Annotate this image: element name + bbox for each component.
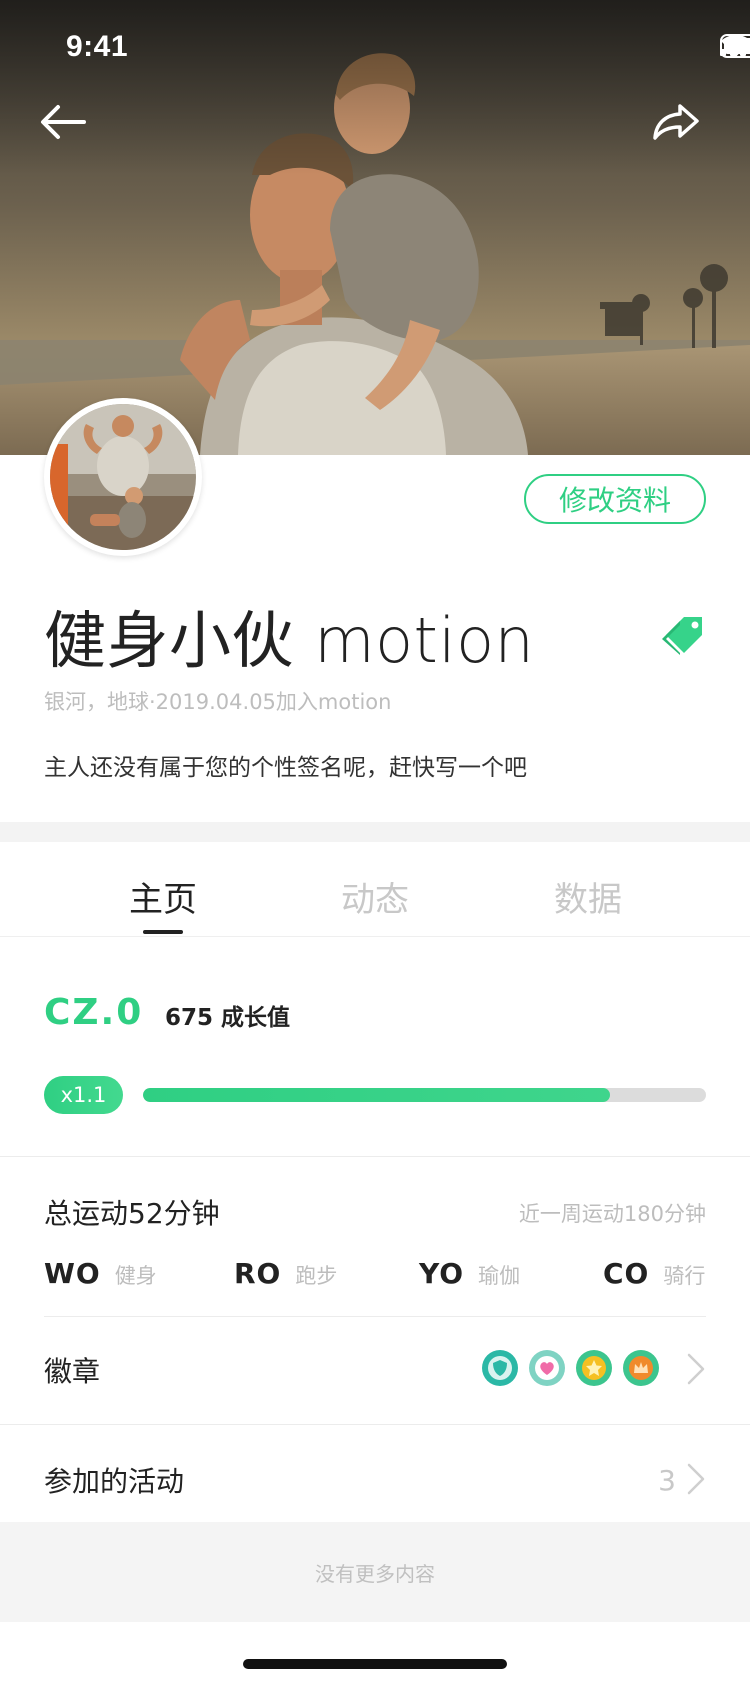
status-bar: 9:41 [0, 0, 750, 96]
status-time: 9:41 [66, 30, 129, 63]
share-button[interactable] [652, 102, 712, 162]
avatar-image [50, 404, 196, 550]
footer-text: 没有更多内容 [315, 1561, 435, 1586]
sport-name: 骑行 [663, 1264, 706, 1288]
star-medal-icon [576, 1350, 612, 1386]
avatar-illustration [50, 404, 196, 550]
edit-profile-button[interactable]: 修改资料 [524, 474, 706, 524]
user-meta: 银河，地球·2019.04.05加入motion [44, 690, 392, 714]
no-more-content: 没有更多内容 [0, 1522, 750, 1622]
crown-medal-icon [623, 1350, 659, 1386]
sport-code: WO [44, 1257, 101, 1290]
badges-row-label[interactable]: 徽章 [44, 1350, 100, 1390]
tab-feed[interactable]: 动态 [305, 872, 445, 921]
level-badge: CZ.0 [44, 992, 144, 1033]
back-button[interactable] [38, 102, 98, 162]
separator [0, 1424, 750, 1425]
section-divider [0, 822, 750, 842]
sport-code: CO [603, 1257, 650, 1290]
sport-item[interactable]: RO 跑步 [234, 1257, 337, 1290]
chevron-right-icon[interactable] [686, 1352, 706, 1386]
share-arrow-icon [653, 104, 699, 140]
sport-item[interactable]: WO 健身 [44, 1257, 157, 1290]
chevron-right-icon[interactable] [686, 1462, 706, 1496]
separator [0, 1156, 750, 1157]
sport-item[interactable]: CO 骑行 [603, 1257, 705, 1290]
separator [44, 1316, 706, 1317]
tab-home[interactable]: 主页 [93, 872, 233, 921]
sport-code: RO [234, 1257, 282, 1290]
total-exercise: 总运动52分钟 [44, 1197, 220, 1230]
sport-name: 瑜伽 [478, 1264, 521, 1288]
growth-points: 675 成长值 [165, 1005, 291, 1031]
growth-progress-fill [143, 1088, 611, 1102]
shield-medal-icon [482, 1350, 518, 1386]
avatar[interactable] [44, 398, 202, 556]
user-bio: 主人还没有属于您的个性签名呢，赶快写一个吧 [44, 755, 527, 781]
tab-active-indicator [143, 930, 183, 934]
activities-count: 3 [658, 1464, 676, 1497]
tag-icon[interactable] [660, 617, 706, 657]
sport-name: 健身 [114, 1264, 157, 1288]
growth-progress-bar [143, 1088, 706, 1102]
sport-code: YO [419, 1257, 465, 1290]
battery-icon [720, 34, 750, 58]
profile-page: 9:41 修改资料 健身小伙 motion 银河，地球·2019.04.05加入… [0, 0, 750, 1690]
arrow-left-icon [41, 105, 86, 139]
multiplier-badge: x1.1 [44, 1076, 123, 1114]
activities-row-label[interactable]: 参加的活动 [44, 1460, 184, 1500]
cover-photo: 9:41 [0, 0, 750, 455]
sport-item[interactable]: YO 瑜伽 [419, 1257, 520, 1290]
user-name: 健身小伙 motion [44, 604, 535, 677]
tab-bar: 主页 动态 数据 [0, 842, 750, 937]
sport-name: 跑步 [295, 1264, 338, 1288]
weekly-exercise: 近一周运动180分钟 [518, 1202, 706, 1226]
tab-data[interactable]: 数据 [518, 872, 658, 921]
heart-medal-icon [529, 1350, 565, 1386]
home-indicator[interactable] [243, 1659, 507, 1669]
